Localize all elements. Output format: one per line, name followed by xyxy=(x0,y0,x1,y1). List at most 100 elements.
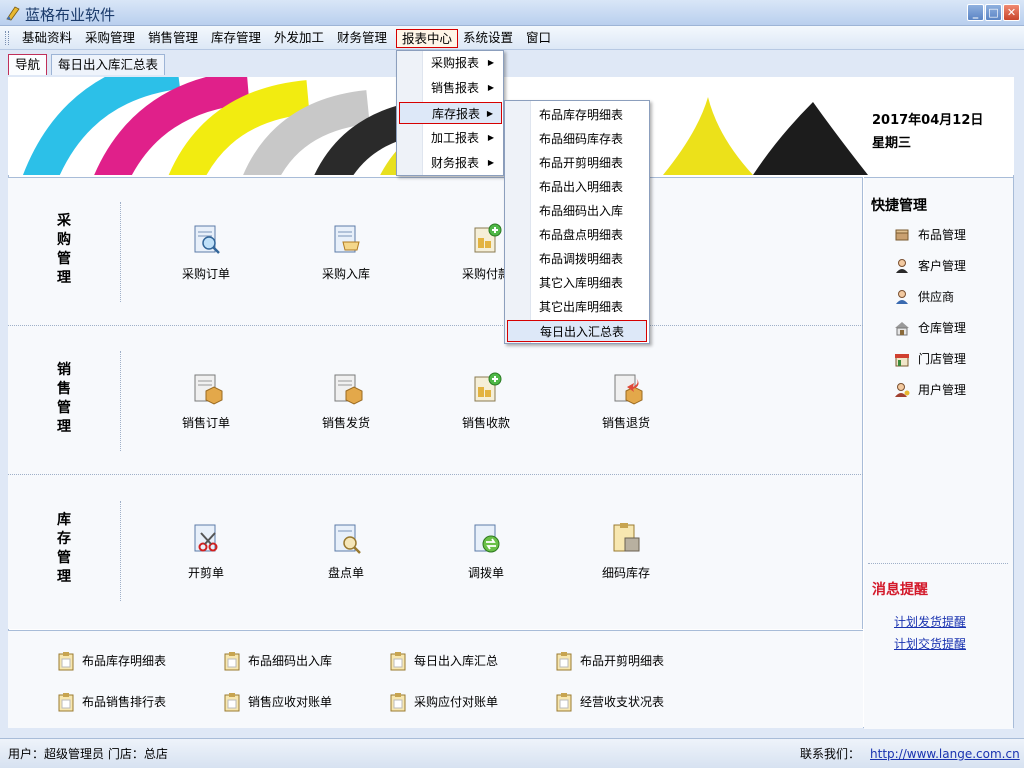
quick-reports: 布品库存明细表 布品细码出入库 每日出入库汇总 布品开剪明细表 布品销售排行表 … xyxy=(8,630,863,728)
purchase-payment-icon xyxy=(474,223,502,253)
submenu-fabric-transfer-detail[interactable]: 布品调拨明细表 xyxy=(507,248,647,270)
panel-divider xyxy=(868,563,1008,564)
sales-section: 销售 管理 销售订单 销售发货 销售收款 销售退货 xyxy=(8,327,863,475)
submenu-arrow-icon: ▶ xyxy=(487,133,494,142)
menu-inventory[interactable]: 库存管理 xyxy=(206,29,266,48)
section-title-sales: 销售 管理 xyxy=(57,362,71,435)
stocktake-magnifier-icon xyxy=(334,524,361,554)
shortcut-panel-title: 快捷管理 xyxy=(871,198,927,214)
feature-label: 销售发货 xyxy=(321,416,370,430)
maximize-button[interactable]: □ xyxy=(985,4,1002,21)
clipboard-icon xyxy=(58,693,74,712)
submenu-arrow-icon: ▶ xyxy=(487,83,494,92)
feature-label: 销售收款 xyxy=(461,416,510,430)
purchase-order-button[interactable]: 采购订单 xyxy=(156,222,256,282)
cutting-order-button[interactable]: 开剪单 xyxy=(156,521,256,581)
contact-info: 联系我们： http://www.lange.com.cn xyxy=(800,745,1020,762)
submenu-other-outbound-detail[interactable]: 其它出库明细表 xyxy=(507,296,647,318)
stocktake-button[interactable]: 盘点单 xyxy=(296,521,396,581)
purchase-order-icon xyxy=(194,225,220,254)
minimize-button[interactable]: _ xyxy=(967,4,984,21)
menu-sales[interactable]: 销售管理 xyxy=(143,29,203,48)
planned-handover-reminder-link[interactable]: 计划交货提醒 xyxy=(894,635,966,652)
transfer-order-button[interactable]: 调拨单 xyxy=(436,521,536,581)
clipboard-box-icon xyxy=(613,523,640,552)
section-title-inventory: 库存 管理 xyxy=(57,512,71,585)
menu-system-settings[interactable]: 系统设置 xyxy=(458,29,518,48)
purchase-section: 采购 管理 采购订单 采购入库 采购付款 xyxy=(8,178,863,326)
store-icon xyxy=(895,354,909,367)
submenu-fabric-inout-detail[interactable]: 布品出入明细表 xyxy=(507,176,647,198)
sales-return-icon xyxy=(614,374,643,405)
submenu-daily-inout-summary[interactable]: 每日出入汇总表 xyxy=(507,320,647,342)
module-panel: 采购 管理 采购订单 采购入库 采购付款 销 售 管 理 销售订单 销售发货 销… xyxy=(8,177,863,629)
tab-navigation[interactable]: 导航 xyxy=(8,54,48,75)
sales-order-button[interactable]: 销售订单 xyxy=(156,371,256,431)
clipboard-icon xyxy=(390,652,406,671)
current-weekday: 星期三 xyxy=(872,136,912,151)
menu-finance-reports[interactable]: 财务报表 ▶ xyxy=(399,152,502,174)
user-store-info: 用户：超级管理员 门店：总店 xyxy=(8,747,168,761)
sales-delivery-button[interactable]: 销售发货 xyxy=(296,371,396,431)
menu-purchase[interactable]: 采购管理 xyxy=(80,29,140,48)
menu-purchase-reports[interactable]: 采购报表 ▶ xyxy=(399,52,502,74)
menu-basic-data[interactable]: 基础资料 xyxy=(17,29,77,48)
sales-receipt-button[interactable]: 销售收款 xyxy=(436,371,536,431)
menu-outsourcing[interactable]: 外发加工 xyxy=(269,29,329,48)
clipboard-icon xyxy=(556,693,572,712)
tab-daily-summary[interactable]: 每日出入库汇总表 xyxy=(51,54,166,75)
purchase-inbound-icon xyxy=(334,225,360,253)
sales-return-button[interactable]: 销售退货 xyxy=(576,371,676,431)
menu-bar: 基础资料 采购管理 销售管理 库存管理 外发加工 财务管理 报表中心 系统设置 … xyxy=(0,26,1024,50)
submenu-fabric-stock-detail[interactable]: 布品库存明细表 xyxy=(507,104,647,126)
feature-label: 采购订单 xyxy=(181,267,230,281)
planned-delivery-reminder-link[interactable]: 计划发货提醒 xyxy=(894,613,966,630)
sales-delivery-icon xyxy=(334,374,363,405)
close-button[interactable]: ✕ xyxy=(1003,4,1020,21)
feature-label: 盘点单 xyxy=(327,566,364,580)
sales-receipt-icon xyxy=(474,372,502,402)
section-divider xyxy=(120,351,121,451)
status-bar: 用户：超级管理员 门店：总店 联系我们： http://www.lange.com… xyxy=(0,738,1024,768)
menu-report-center[interactable]: 报表中心 xyxy=(396,29,459,48)
feature-label: 细码库存 xyxy=(601,566,650,580)
contact-website-link[interactable]: http://www.lange.com.cn xyxy=(870,747,1020,761)
submenu-arrow-icon: ▶ xyxy=(487,158,494,167)
menu-window[interactable]: 窗口 xyxy=(521,29,556,48)
clipboard-icon xyxy=(58,652,74,671)
user-icon xyxy=(895,383,910,397)
submenu-fabric-cutting-detail[interactable]: 布品开剪明细表 xyxy=(507,152,647,174)
menu-inventory-reports[interactable]: 库存报表 ▶ xyxy=(399,102,502,124)
window-title: 蓝格布业软件 xyxy=(25,6,116,24)
feature-label: 销售订单 xyxy=(181,416,230,430)
submenu-fabric-stocktake-detail[interactable]: 布品盘点明细表 xyxy=(507,224,647,246)
menu-processing-reports[interactable]: 加工报表 ▶ xyxy=(399,127,502,149)
section-title-purchase: 采购 管理 xyxy=(57,213,71,286)
purchase-inbound-button[interactable]: 采购入库 xyxy=(296,222,396,282)
submenu-other-inbound-detail[interactable]: 其它入库明细表 xyxy=(507,272,647,294)
submenu-fabric-barcode-inout[interactable]: 布品细码出入库 xyxy=(507,200,647,222)
current-date: 2017年04月12日 xyxy=(872,113,984,128)
messages-title: 消息提醒 xyxy=(872,582,928,598)
app-logo-icon xyxy=(6,6,20,21)
supplier-icon xyxy=(896,290,908,304)
menu-finance[interactable]: 财务管理 xyxy=(332,29,392,48)
scissors-icon xyxy=(194,524,218,552)
barcode-inventory-button[interactable]: 细码库存 xyxy=(576,521,676,581)
section-divider xyxy=(120,501,121,601)
customer-icon xyxy=(896,259,908,273)
clipboard-icon xyxy=(224,652,240,671)
menubar-grip xyxy=(5,31,9,45)
submenu-arrow-icon: ▶ xyxy=(487,58,494,67)
menu-sales-reports[interactable]: 销售报表 ▶ xyxy=(399,77,502,99)
warehouse-icon xyxy=(895,322,909,336)
report-center-menu: 采购报表 ▶ 销售报表 ▶ 库存报表 ▶ 加工报表 ▶ 财务报表 ▶ xyxy=(396,50,504,176)
clipboard-icon xyxy=(224,693,240,712)
feature-label: 调拨单 xyxy=(467,566,504,580)
section-divider xyxy=(120,202,121,302)
submenu-fabric-barcode-stock[interactable]: 布品细码库存表 xyxy=(507,128,647,150)
submenu-arrow-icon: ▶ xyxy=(486,109,493,118)
fabric-roll-icon xyxy=(895,229,909,241)
feature-label: 销售退货 xyxy=(601,416,650,430)
inventory-reports-submenu: 布品库存明细表 布品细码库存表 布品开剪明细表 布品出入明细表 布品细码出入库 … xyxy=(504,100,650,344)
